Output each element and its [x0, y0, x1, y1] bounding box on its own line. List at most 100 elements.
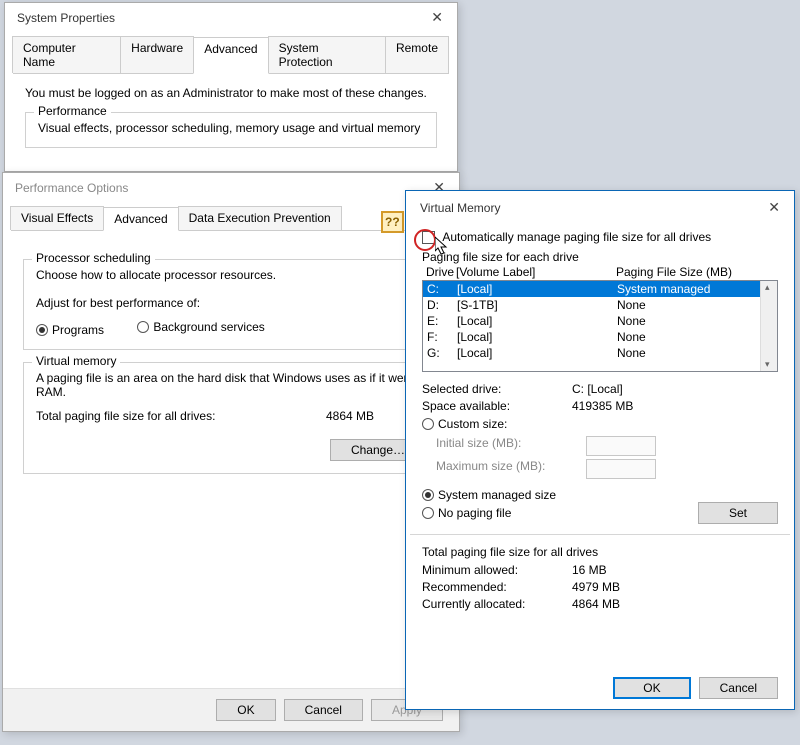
- system-properties-titlebar: System Properties ✕: [5, 3, 457, 32]
- maximum-size-label: Maximum size (MB):: [436, 459, 586, 479]
- performance-options-window: Performance Options ✕ Visual Effects Adv…: [2, 172, 460, 732]
- processor-scheduling-desc: Choose how to allocate processor resourc…: [36, 268, 426, 282]
- radio-system-managed[interactable]: System managed size: [422, 488, 556, 502]
- virtual-memory-group: Virtual memory A paging file is an area …: [23, 362, 439, 474]
- recommended-label: Recommended:: [422, 580, 572, 594]
- tab-computer-name[interactable]: Computer Name: [12, 36, 121, 73]
- tab-hardware[interactable]: Hardware: [120, 36, 194, 73]
- system-properties-window: System Properties ✕ Computer Name Hardwa…: [4, 2, 458, 172]
- drive-label: [Local]: [457, 330, 617, 344]
- drive-size: None: [617, 346, 773, 360]
- tab-advanced[interactable]: Advanced: [193, 37, 268, 74]
- radio-background-label: Background services: [153, 320, 264, 334]
- annotation-badge: ??: [381, 211, 404, 233]
- tab-dep[interactable]: Data Execution Prevention: [178, 206, 342, 230]
- drive-row[interactable]: D:[S-1TB]None: [423, 297, 777, 313]
- radio-dot-icon: [36, 324, 48, 336]
- drive-label: [Local]: [457, 346, 617, 360]
- tab-remote[interactable]: Remote: [385, 36, 449, 73]
- ok-button[interactable]: OK: [216, 699, 275, 721]
- close-icon[interactable]: ✕: [425, 9, 449, 26]
- performance-group: Performance Visual effects, processor sc…: [25, 112, 437, 148]
- drive-list-header: Drive [Volume Label] Paging File Size (M…: [422, 264, 778, 280]
- drive-list[interactable]: C:[Local]System managedD:[S-1TB]NoneE:[L…: [422, 280, 778, 372]
- space-available-value: 419385 MB: [572, 399, 633, 413]
- tab-advanced-perf[interactable]: Advanced: [103, 207, 178, 231]
- drive-row[interactable]: F:[Local]None: [423, 329, 777, 345]
- drive-letter: G:: [427, 346, 457, 360]
- admin-note: You must be logged on as an Administrato…: [25, 86, 437, 100]
- cancel-button[interactable]: Cancel: [284, 699, 363, 721]
- drive-size: None: [617, 298, 773, 312]
- system-properties-title: System Properties: [17, 11, 115, 25]
- virtual-memory-legend: Virtual memory: [32, 354, 120, 368]
- min-allowed-label: Minimum allowed:: [422, 563, 572, 577]
- radio-programs-label: Programs: [52, 323, 104, 337]
- drive-letter: F:: [427, 330, 457, 344]
- tab-visual-effects[interactable]: Visual Effects: [10, 206, 104, 230]
- performance-options-buttons: OK Cancel Apply: [3, 688, 459, 731]
- performance-options-title: Performance Options: [15, 181, 128, 195]
- initial-size-label: Initial size (MB):: [436, 436, 586, 456]
- currently-allocated-label: Currently allocated:: [422, 597, 572, 611]
- radio-dot-icon: [422, 507, 434, 519]
- drive-row[interactable]: C:[Local]System managed: [423, 281, 777, 297]
- radio-background-services[interactable]: Background services: [137, 320, 264, 334]
- performance-options-titlebar: Performance Options ✕: [3, 173, 459, 202]
- drive-row[interactable]: G:[Local]None: [423, 345, 777, 361]
- processor-scheduling-group: Processor scheduling Choose how to alloc…: [23, 259, 439, 350]
- virtual-memory-buttons: OK Cancel: [406, 667, 794, 709]
- auto-manage-label: Automatically manage paging file size fo…: [442, 230, 711, 244]
- totals-header: Total paging file size for all drives: [422, 545, 778, 559]
- drive-letter: E:: [427, 314, 457, 328]
- scrollbar[interactable]: [760, 281, 777, 371]
- performance-options-content: Processor scheduling Choose how to alloc…: [3, 231, 459, 498]
- system-properties-content: You must be logged on as an Administrato…: [5, 74, 457, 172]
- processor-scheduling-legend: Processor scheduling: [32, 251, 155, 265]
- tab-system-protection[interactable]: System Protection: [268, 36, 386, 73]
- custom-size-label: Custom size:: [438, 417, 507, 431]
- virtual-memory-window: Virtual Memory ✕ Automatically manage pa…: [405, 190, 795, 710]
- recommended-value: 4979 MB: [572, 580, 620, 594]
- selected-drive-value: C: [Local]: [572, 382, 623, 396]
- drive-label: [Local]: [457, 314, 617, 328]
- radio-custom-size[interactable]: Custom size:: [422, 417, 507, 431]
- drive-size: None: [617, 314, 773, 328]
- close-icon[interactable]: ✕: [762, 199, 786, 216]
- divider: [410, 534, 790, 535]
- radio-dot-icon: [422, 418, 434, 430]
- radio-dot-icon: [422, 489, 434, 501]
- currently-allocated-value: 4864 MB: [572, 597, 620, 611]
- no-paging-file-label: No paging file: [438, 506, 511, 520]
- selected-drive-label: Selected drive:: [422, 382, 572, 396]
- drive-letter: C:: [427, 282, 457, 296]
- radio-programs[interactable]: Programs: [36, 323, 104, 337]
- radio-no-paging-file[interactable]: No paging file: [422, 506, 668, 520]
- cancel-button[interactable]: Cancel: [699, 677, 778, 699]
- maximum-size-input[interactable]: [586, 459, 656, 479]
- performance-legend: Performance: [34, 104, 111, 118]
- system-managed-label: System managed size: [438, 488, 556, 502]
- adjust-performance-label: Adjust for best performance of:: [36, 296, 426, 310]
- ok-button[interactable]: OK: [613, 677, 690, 699]
- performance-desc: Visual effects, processor scheduling, me…: [38, 121, 424, 135]
- virtual-memory-desc: A paging file is an area on the hard dis…: [36, 371, 426, 399]
- drive-row[interactable]: E:[Local]None: [423, 313, 777, 329]
- drive-label: [S-1TB]: [457, 298, 617, 312]
- system-properties-tabs: Computer Name Hardware Advanced System P…: [13, 32, 449, 74]
- hdr-volume: [Volume Label]: [456, 265, 616, 279]
- set-button[interactable]: Set: [698, 502, 778, 524]
- hdr-size: Paging File Size (MB): [616, 265, 774, 279]
- drive-letter: D:: [427, 298, 457, 312]
- radio-dot-icon: [137, 321, 149, 333]
- initial-size-input[interactable]: [586, 436, 656, 456]
- drive-size: System managed: [617, 282, 773, 296]
- hdr-drive: Drive: [426, 265, 456, 279]
- paging-each-label: Paging file size for each drive: [422, 250, 778, 264]
- drive-label: [Local]: [457, 282, 617, 296]
- min-allowed-value: 16 MB: [572, 563, 607, 577]
- annotation-circle: [414, 229, 436, 251]
- virtual-memory-titlebar: Virtual Memory ✕: [406, 191, 794, 224]
- virtual-memory-title: Virtual Memory: [420, 201, 500, 215]
- drive-size: None: [617, 330, 773, 344]
